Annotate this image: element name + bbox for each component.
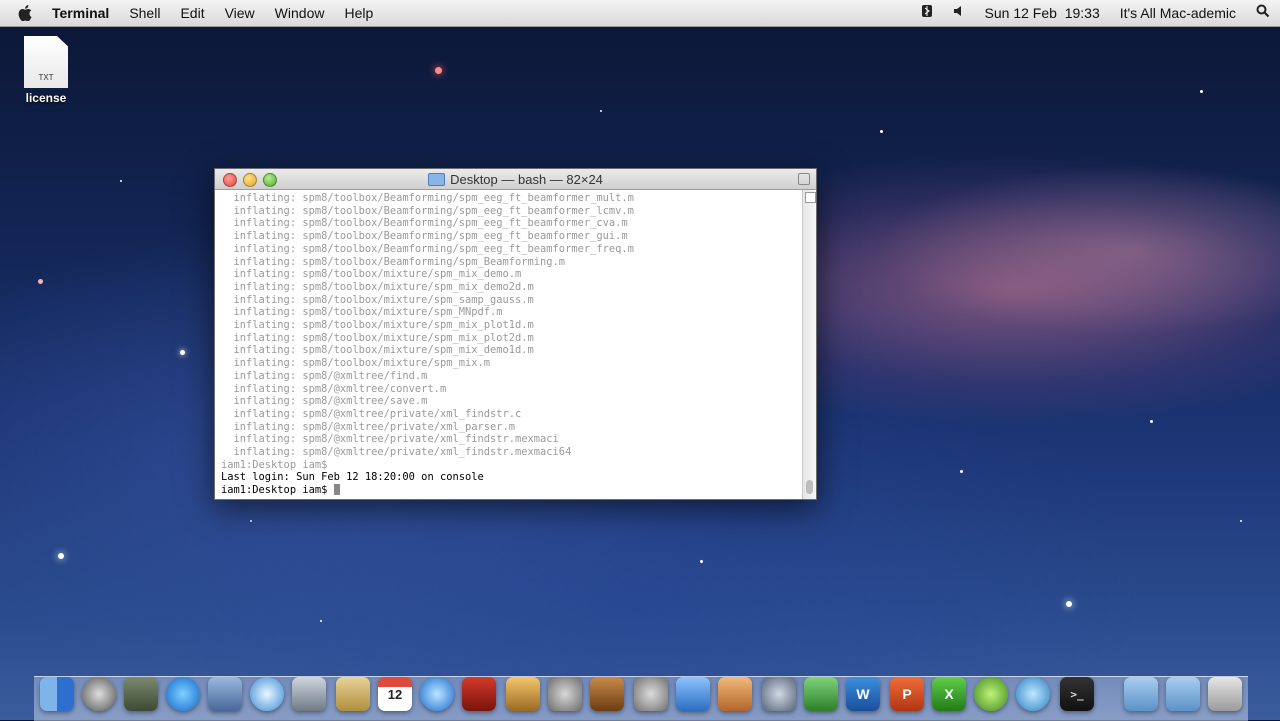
star	[1200, 90, 1203, 93]
star	[880, 130, 883, 133]
terminal-line: inflating: spm8/@xmltree/save.m	[221, 395, 428, 408]
star	[960, 470, 963, 473]
fullscreen-icon[interactable]	[798, 173, 810, 185]
star	[120, 180, 122, 182]
window-title: Desktop — bash — 82×24	[450, 171, 603, 187]
finder-icon[interactable]	[40, 677, 74, 711]
preview-icon[interactable]	[208, 677, 242, 711]
terminal-line: inflating: spm8/toolbox/Beamforming/spm_…	[221, 255, 566, 268]
menu-view[interactable]: View	[215, 0, 265, 26]
star	[250, 520, 252, 522]
facetime-icon[interactable]	[292, 677, 326, 711]
calendar-icon[interactable]: 12	[378, 677, 412, 711]
terminal-line: inflating: spm8/toolbox/mixture/spm_mix_…	[221, 280, 534, 293]
text-file-icon: TXT	[24, 36, 68, 88]
powerpoint-icon[interactable]: P	[890, 677, 924, 711]
trash-icon[interactable]	[1208, 677, 1242, 711]
terminal-line: inflating: spm8/toolbox/mixture/spm_mix.…	[221, 357, 491, 370]
spotlight-icon[interactable]	[1246, 0, 1280, 26]
vertical-scrollbar[interactable]	[802, 190, 816, 499]
launchpad-icon[interactable]	[82, 677, 116, 711]
matlab-icon[interactable]	[1016, 677, 1050, 711]
garageband-icon[interactable]	[590, 677, 624, 711]
terminal-line: inflating: spm8/@xmltree/private/xml_fin…	[221, 446, 572, 459]
iphoto-icon[interactable]	[506, 677, 540, 711]
terminal-line: inflating: spm8/@xmltree/private/xml_par…	[221, 420, 516, 433]
terminal-line: inflating: spm8/@xmltree/private/xml_fin…	[221, 407, 522, 420]
datetime[interactable]: Sun 12 Feb 19:33	[975, 0, 1110, 26]
scroll-arrow-icon[interactable]	[805, 192, 816, 203]
terminal-line: inflating: spm8/toolbox/mixture/spm_mix_…	[221, 268, 522, 281]
instruments-icon[interactable]	[762, 677, 796, 711]
star	[700, 560, 703, 563]
terminal-line: inflating: spm8/toolbox/mixture/spm_mix_…	[221, 319, 534, 332]
terminal-output[interactable]: inflating: spm8/toolbox/Beamforming/spm_…	[215, 190, 802, 499]
desktop-file-license[interactable]: TXT license	[16, 36, 76, 105]
bluetooth-icon[interactable]	[911, 0, 943, 26]
terminal-line: inflating: spm8/toolbox/mixture/spm_mix_…	[221, 344, 534, 357]
excel-icon[interactable]: X	[932, 677, 966, 711]
terminal-line: iam1:Desktop iam$	[221, 458, 328, 471]
star	[435, 67, 442, 74]
word-icon[interactable]: W	[846, 677, 880, 711]
system-preferences-icon[interactable]	[634, 677, 668, 711]
star	[1150, 420, 1153, 423]
terminal-line: inflating: spm8/toolbox/Beamforming/spm_…	[221, 192, 634, 204]
keynote-icon[interactable]	[718, 677, 752, 711]
terminal-line: inflating: spm8/toolbox/mixture/spm_MNpd…	[221, 306, 503, 319]
menu-shell[interactable]: Shell	[119, 0, 170, 26]
time-machine-icon[interactable]	[974, 677, 1008, 711]
scroll-thumb[interactable]	[806, 480, 813, 494]
terminal-line: inflating: spm8/@xmltree/convert.m	[221, 382, 447, 395]
star	[320, 620, 322, 622]
terminal-icon[interactable]: >_	[1060, 677, 1094, 711]
terminal-line: inflating: spm8/@xmltree/private/xml_fin…	[221, 433, 559, 446]
photo-booth-icon[interactable]	[462, 677, 496, 711]
file-type-badge: TXT	[38, 73, 54, 82]
menu-bar: Terminal Shell Edit View Window Help Sun…	[0, 0, 1280, 27]
app-store-icon[interactable]	[166, 677, 200, 711]
applications-folder-icon[interactable]	[1124, 677, 1158, 711]
terminal-line: inflating: spm8/toolbox/Beamforming/spm_…	[221, 230, 628, 243]
menu-window[interactable]: Window	[265, 0, 335, 26]
prompt-line[interactable]: iam1:Desktop iam$	[221, 484, 796, 497]
apple-icon[interactable]	[0, 5, 50, 21]
window-titlebar[interactable]: Desktop — bash — 82×24	[215, 169, 816, 190]
star	[1066, 601, 1072, 607]
safari-icon[interactable]	[250, 677, 284, 711]
star	[1240, 520, 1242, 522]
terminal-line: inflating: spm8/toolbox/Beamforming/spm_…	[221, 217, 628, 230]
terminal-window: Desktop — bash — 82×24 inflating: spm8/t…	[214, 168, 817, 500]
menu-edit[interactable]: Edit	[170, 0, 214, 26]
numbers-icon[interactable]	[804, 677, 838, 711]
last-login-line: Last login: Sun Feb 12 18:20:00 on conso…	[221, 471, 484, 484]
terminal-line: inflating: spm8/@xmltree/find.m	[221, 369, 428, 382]
user-name[interactable]: It's All Mac-ademic	[1110, 0, 1246, 26]
address-book-icon[interactable]	[336, 677, 370, 711]
terminal-line: inflating: spm8/toolbox/mixture/spm_mix_…	[221, 331, 534, 344]
mission-control-icon[interactable]	[124, 677, 158, 711]
volume-icon[interactable]	[943, 0, 975, 26]
text-cursor	[333, 484, 340, 496]
star	[180, 350, 185, 355]
xcode-icon[interactable]	[676, 677, 710, 711]
star	[600, 110, 602, 112]
imovie-icon[interactable]	[548, 677, 582, 711]
terminal-line: inflating: spm8/toolbox/mixture/spm_samp…	[221, 293, 534, 306]
folder-icon	[428, 172, 446, 186]
star	[38, 279, 43, 284]
menu-app-terminal[interactable]: Terminal	[50, 0, 119, 26]
itunes-icon[interactable]	[420, 677, 454, 711]
shell-prompt: iam1:Desktop iam$	[221, 484, 334, 497]
terminal-line: inflating: spm8/toolbox/Beamforming/spm_…	[221, 204, 634, 217]
downloads-folder-icon[interactable]	[1166, 677, 1200, 711]
terminal-line: inflating: spm8/toolbox/Beamforming/spm_…	[221, 242, 634, 255]
star	[58, 553, 64, 559]
menu-help[interactable]: Help	[334, 0, 383, 26]
desktop-file-label: license	[25, 91, 67, 105]
